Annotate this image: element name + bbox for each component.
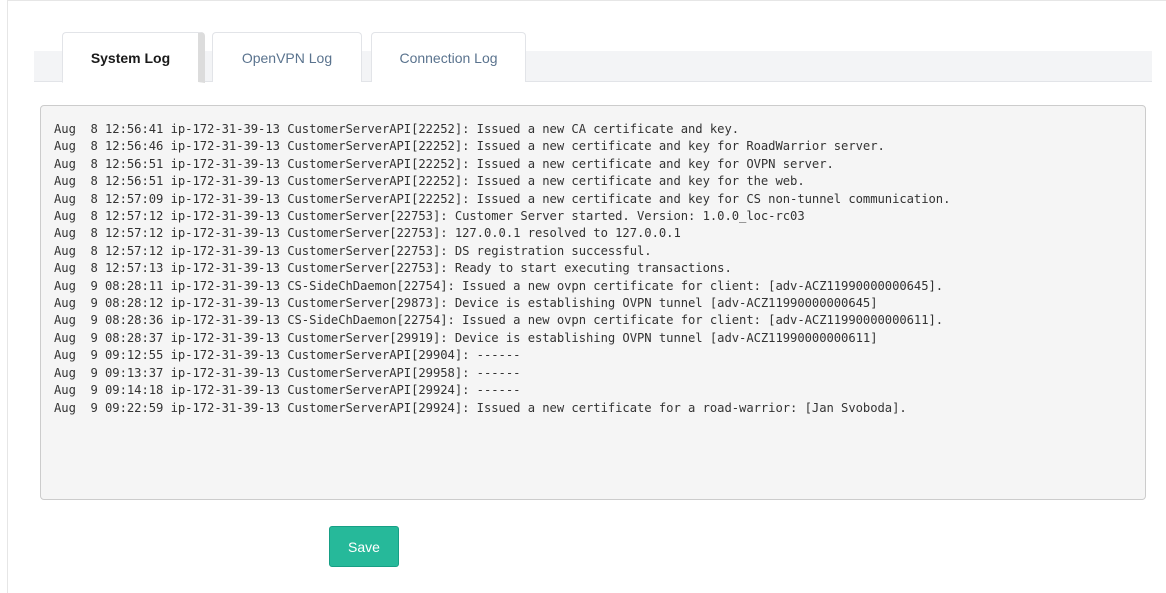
log-output[interactable]: Aug 8 12:56:41 ip-172-31-39-13 CustomerS…	[40, 105, 1146, 500]
tab-system-log[interactable]: System Log	[62, 32, 205, 83]
log-line: Aug 8 12:57:13 ip-172-31-39-13 CustomerS…	[54, 261, 732, 276]
tab-system-log-label: System Log	[90, 49, 171, 66]
log-line: Aug 8 12:56:51 ip-172-31-39-13 CustomerS…	[54, 174, 805, 189]
tab-openvpn-log[interactable]: OpenVPN Log	[212, 32, 362, 82]
log-line: Aug 9 08:28:12 ip-172-31-39-13 CustomerS…	[54, 296, 878, 311]
log-line: Aug 8 12:56:51 ip-172-31-39-13 CustomerS…	[54, 156, 834, 171]
log-line: Aug 8 12:57:09 ip-172-31-39-13 CustomerS…	[54, 191, 951, 206]
log-line: Aug 9 08:28:36 ip-172-31-39-13 CS-SideCh…	[54, 313, 944, 328]
log-line: Aug 9 08:28:11 ip-172-31-39-13 CS-SideCh…	[54, 278, 944, 293]
log-line: Aug 9 09:22:59 ip-172-31-39-13 CustomerS…	[54, 400, 907, 415]
log-line: Aug 8 12:57:12 ip-172-31-39-13 CustomerS…	[54, 209, 805, 224]
log-line: Aug 8 12:56:41 ip-172-31-39-13 CustomerS…	[54, 122, 740, 136]
tab-connection-log[interactable]: Connection Log	[371, 32, 526, 82]
log-line: Aug 8 12:57:12 ip-172-31-39-13 CustomerS…	[54, 243, 652, 258]
tab-connection-log-label: Connection Log	[399, 49, 498, 66]
log-line: Aug 9 09:14:18 ip-172-31-39-13 CustomerS…	[54, 383, 521, 398]
log-line: Aug 9 08:28:37 ip-172-31-39-13 CustomerS…	[54, 330, 878, 345]
save-button[interactable]: Save	[329, 526, 399, 567]
log-line: Aug 9 09:12:55 ip-172-31-39-13 CustomerS…	[54, 348, 521, 363]
log-line: Aug 9 09:13:37 ip-172-31-39-13 CustomerS…	[54, 365, 521, 380]
save-button-label: Save	[348, 538, 380, 555]
log-line: Aug 8 12:56:46 ip-172-31-39-13 CustomerS…	[54, 139, 885, 154]
log-line: Aug 8 12:57:12 ip-172-31-39-13 CustomerS…	[54, 226, 681, 241]
tab-openvpn-log-label: OpenVPN Log	[241, 49, 333, 66]
